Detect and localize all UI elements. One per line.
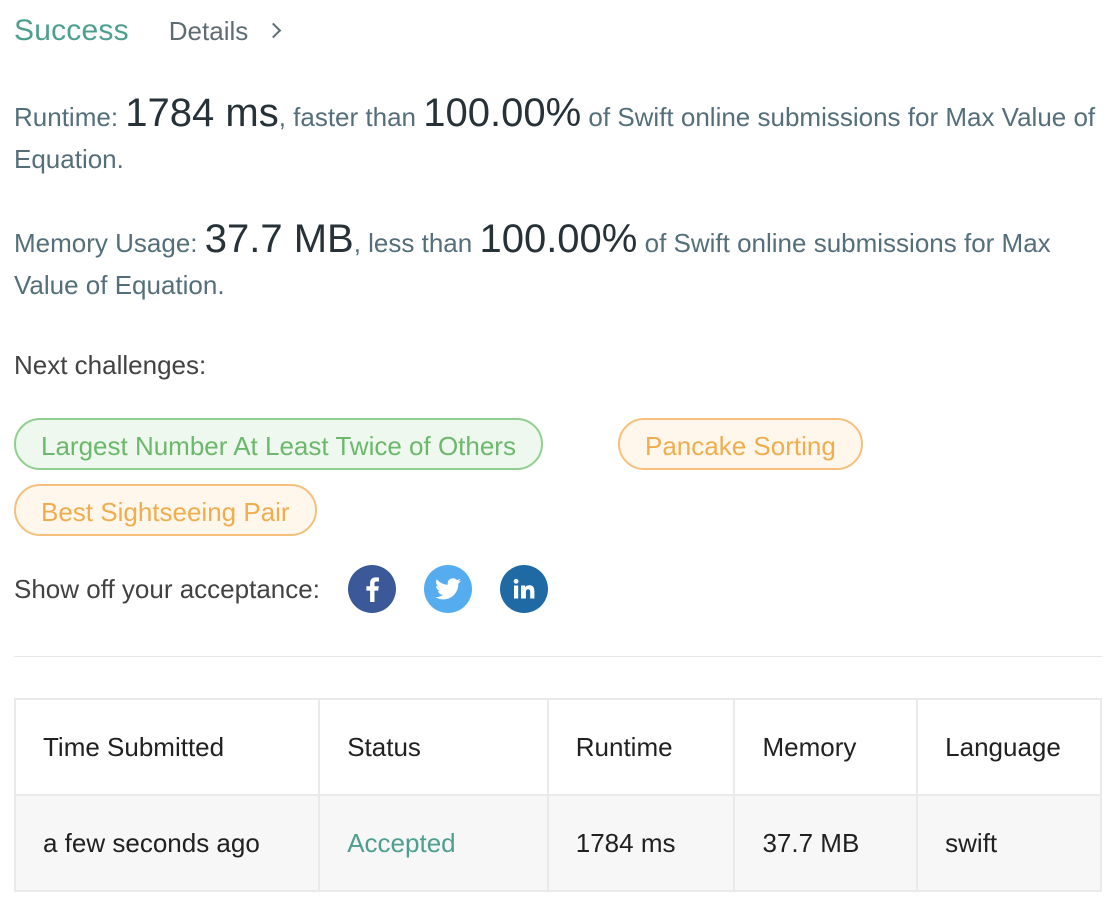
column-header-status: Status [318,698,549,796]
memory-comparator: , less than [353,228,473,258]
memory-percent: 100.00% [479,217,638,261]
cell-time-submitted: a few seconds ago [13,794,321,892]
runtime-label: Runtime: [14,102,119,132]
linkedin-icon[interactable] [499,565,548,613]
runtime-value: 1784 ms [125,91,279,135]
challenge-tag[interactable]: Best Sightseeing Pair [14,484,317,536]
cell-memory: 37.7 MB [733,794,919,892]
twitter-icon[interactable] [423,565,472,613]
cell-language: swift [916,794,1102,892]
submissions-table: Time Submitted Status Runtime Memory Lan… [13,698,1102,892]
cell-status-link[interactable]: Accepted [318,794,549,892]
column-header-time: Time Submitted [13,698,321,796]
runtime-stat: Runtime: 1784 ms, faster than 100.00% of… [14,92,1102,180]
challenge-tag[interactable]: Largest Number At Least Twice of Others [14,418,543,470]
details-label: Details [168,16,249,46]
runtime-comparator: , faster than [278,102,417,132]
memory-stat: Memory Usage: 37.7 MB, less than 100.00%… [14,218,1102,306]
result-header: Success Details [14,14,282,54]
table-row: a few seconds ago Accepted 1784 ms 37.7 … [13,794,1102,892]
cell-runtime: 1784 ms [546,794,736,892]
memory-label: Memory Usage: [14,228,198,258]
memory-value: 37.7 MB [204,217,354,261]
facebook-icon[interactable] [347,565,396,613]
next-challenges-label: Next challenges: [14,350,207,380]
status-title: Success [14,14,129,47]
table-header-row: Time Submitted Status Runtime Memory Lan… [13,698,1102,796]
column-header-language: Language [916,698,1102,796]
challenge-tag[interactable]: Pancake Sorting [618,418,863,470]
chevron-right-icon [265,22,282,39]
share-row: Show off your acceptance: [14,565,548,613]
column-header-runtime: Runtime [546,698,736,796]
section-divider [14,656,1102,657]
column-header-memory: Memory [733,698,919,796]
share-label: Show off your acceptance: [14,573,320,604]
details-link[interactable]: Details [168,16,282,47]
runtime-percent: 100.00% [423,91,582,135]
